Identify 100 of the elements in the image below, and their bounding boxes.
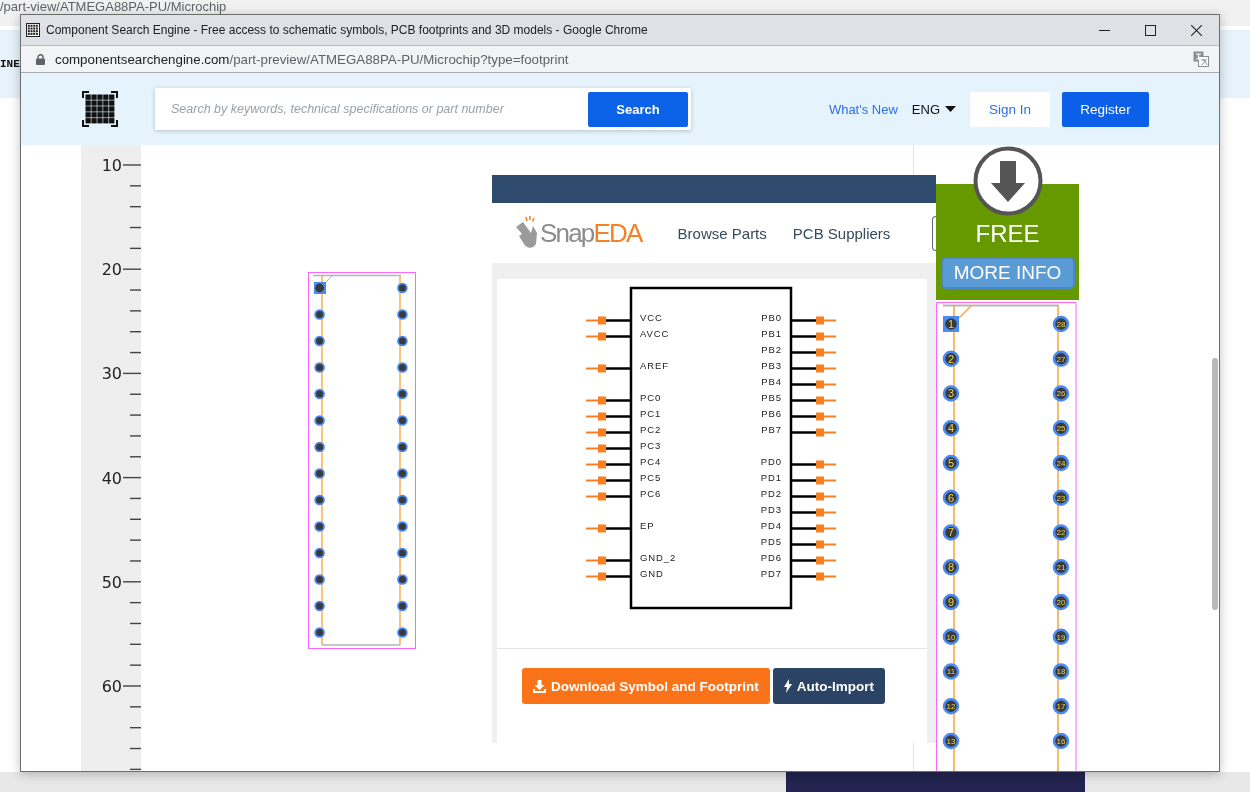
pin-label: GND <box>640 567 664 579</box>
lightning-icon <box>783 679 792 693</box>
footprint-pad: 2 <box>942 350 960 368</box>
pin-lead <box>791 428 837 437</box>
search-button[interactable]: Search <box>588 91 688 127</box>
caret-icon <box>945 106 956 112</box>
nav-link[interactable]: Browse Parts <box>677 224 767 242</box>
footprint-pad: 5 <box>942 454 960 472</box>
pin-label: PB2 <box>761 343 782 355</box>
pin-lead <box>791 332 837 341</box>
pin-lead <box>585 572 631 581</box>
hand-logo-icon[interactable] <box>514 216 538 250</box>
footprint-pad: 16 <box>1052 732 1070 750</box>
pin-label: PD1 <box>760 471 782 483</box>
footprint-pad: 13 <box>942 732 960 750</box>
pin-lead <box>791 524 837 533</box>
pin-label: PD5 <box>760 535 782 547</box>
nav-link[interactable]: PCB Suppliers <box>792 224 891 242</box>
minimize-icon <box>1098 29 1110 31</box>
footprint-pad: 17 <box>1052 697 1070 715</box>
ad-label: FREE <box>975 220 1040 248</box>
brand-name[interactable]: SnapEDA <box>540 217 642 249</box>
window-title: Component Search Engine - Free access to schematic symbols, PCB footprints and 3D models - Google Chrome <box>46 23 648 37</box>
search-field[interactable]: Search by keywords, technical specifications or part number Search <box>155 88 691 130</box>
more-info-button[interactable]: MORE INFO <box>940 257 1075 289</box>
pin-label: PD6 <box>760 551 782 563</box>
pin-lead <box>585 332 631 341</box>
pin-lead <box>585 524 631 533</box>
scrollbar-thumb[interactable] <box>1212 358 1218 610</box>
footprint-pad: 12 <box>942 697 960 715</box>
pin-lead <box>791 348 837 357</box>
footprint-pad: 26 <box>1052 385 1070 402</box>
pin-lead <box>585 492 631 501</box>
pin-lead <box>791 540 837 549</box>
footprint-pad: 24 <box>1052 454 1070 472</box>
pin-lead <box>585 460 631 469</box>
close-icon <box>1190 24 1202 36</box>
footprint-pad: 27 <box>1052 350 1070 368</box>
language-selector[interactable]: ENG <box>911 101 956 117</box>
pin-label: PB6 <box>761 407 782 419</box>
pin-label: PB0 <box>761 311 782 323</box>
pin-lead <box>791 492 837 501</box>
footprint-pad: 10 <box>942 628 960 646</box>
pin-lead <box>791 380 837 389</box>
nav-link[interactable]: What's New <box>828 101 898 117</box>
sign-in-button[interactable]: Sign In <box>970 91 1050 127</box>
pin-label: PC6 <box>640 487 662 499</box>
pin-lead <box>585 316 631 325</box>
pin-label: PB3 <box>761 359 782 371</box>
pin-label: PD0 <box>760 455 782 467</box>
translate-icon[interactable] <box>1193 51 1209 67</box>
auto-import-button[interactable]: Auto-Import <box>772 668 885 704</box>
pin-lead <box>791 412 837 421</box>
pin-label: PB5 <box>761 391 782 403</box>
pin-label: PC0 <box>640 391 662 403</box>
ruler-label: 10 <box>101 156 122 175</box>
pin-lead <box>585 364 631 373</box>
footprint-pad: 9 <box>942 593 960 611</box>
footprint-pad: 11 <box>942 663 960 680</box>
pin-lead <box>585 412 631 421</box>
footprint-pad: 22 <box>1052 524 1070 541</box>
footprint-pad: 4 <box>942 419 960 437</box>
pin-label: PC3 <box>640 439 662 451</box>
pin-label: PB4 <box>761 375 782 387</box>
pin-lead <box>585 476 631 485</box>
pin-label: GND_2 <box>640 551 677 563</box>
footprint-pad: 7 <box>942 524 960 541</box>
ruler-label: 60 <box>101 677 122 696</box>
pin-lead <box>791 556 837 565</box>
pin-label: PC1 <box>640 407 662 419</box>
background-heading-text: INE <box>0 58 20 70</box>
maximize-icon <box>1144 24 1156 36</box>
lock-icon <box>36 53 45 65</box>
ruler-label: 50 <box>101 572 122 592</box>
register-button[interactable]: Register <box>1062 91 1149 127</box>
ruler-label: 30 <box>101 364 122 384</box>
pin-label: PC4 <box>640 455 662 467</box>
pin-lead <box>585 396 631 405</box>
footprint-pad: 28 <box>1052 315 1070 333</box>
footprint-pad: 8 <box>942 558 960 576</box>
footprint-pad: 25 <box>1052 419 1070 437</box>
footprint-pad: 6 <box>942 489 960 507</box>
pin-label: PC2 <box>640 423 662 435</box>
pin-label: PC5 <box>640 471 662 483</box>
footprint-pad: 20 <box>1052 593 1070 611</box>
pin-label: PB7 <box>761 423 782 435</box>
pin-lead <box>791 476 837 485</box>
pin-lead <box>791 460 837 469</box>
download-button[interactable]: Download Symbol and Footprint <box>522 668 770 704</box>
pin-lead <box>791 316 837 325</box>
footprint-pad: 1 <box>943 316 959 332</box>
download-icon <box>533 679 546 693</box>
pin-label: EP <box>640 519 655 531</box>
pin-label: AREF <box>640 359 669 371</box>
pin-label: AVCC <box>640 327 670 339</box>
grid-logo-icon[interactable] <box>82 91 118 127</box>
pin-lead <box>585 428 631 437</box>
pin-lead <box>791 508 837 517</box>
grid-favicon-icon <box>26 23 40 37</box>
pin-lead <box>585 556 631 565</box>
